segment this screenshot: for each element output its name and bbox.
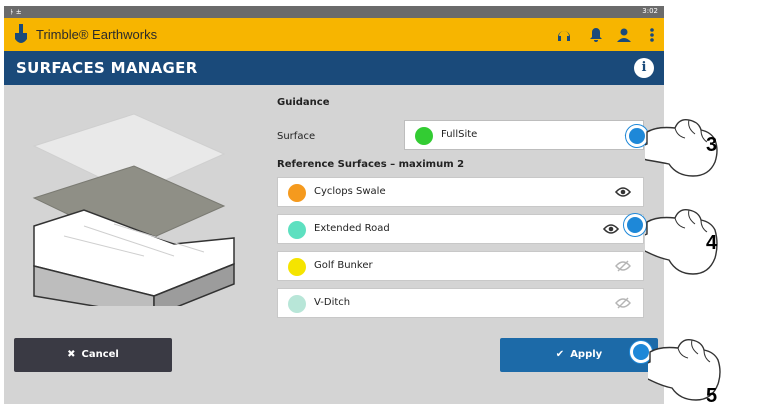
tablet-screen: ﾄ ± 3:02 Trimble® Earthworks SURFACES MA… <box>4 6 664 404</box>
eye-icon[interactable] <box>603 223 619 235</box>
cancel-button[interactable]: ✖ Cancel <box>14 338 172 372</box>
guidance-heading: Guidance <box>277 97 330 108</box>
apply-label: Apply <box>570 349 603 360</box>
touch-point-marker <box>624 214 646 236</box>
info-icon[interactable]: i <box>634 58 654 78</box>
pointing-hand-icon <box>645 118 718 177</box>
bell-icon[interactable] <box>588 27 604 43</box>
status-icons: ﾄ ± <box>10 8 22 16</box>
surface-value: FullSite <box>441 129 478 140</box>
reference-surface-name: V-Ditch <box>314 297 351 308</box>
more-vertical-icon[interactable] <box>644 27 660 43</box>
eye-icon[interactable] <box>615 186 631 198</box>
user-icon[interactable] <box>616 27 632 43</box>
reference-surface-row[interactable]: V-Ditch <box>277 288 644 318</box>
reference-surface-row[interactable]: Extended Road <box>277 214 644 244</box>
surface-color-dot <box>288 258 306 276</box>
page-title: SURFACES MANAGER <box>16 59 198 77</box>
app-title: Trimble® Earthworks <box>36 27 158 42</box>
shovel-icon <box>15 24 27 43</box>
pointing-hand-icon <box>645 208 718 275</box>
reference-surface-row[interactable]: Cyclops Swale <box>277 177 644 207</box>
callout-number: 4 <box>706 232 718 254</box>
surface-color-dot <box>415 127 433 145</box>
surface-dropdown[interactable]: FullSite ⌄ <box>404 120 644 150</box>
reference-surface-name: Extended Road <box>314 223 390 234</box>
title-bar: SURFACES MANAGER i <box>4 51 664 85</box>
figure: ﾄ ± 3:02 Trimble® Earthworks SURFACES MA… <box>0 0 762 407</box>
surface-label: Surface <box>277 131 316 142</box>
reference-surface-name: Golf Bunker <box>314 260 373 271</box>
status-bar: ﾄ ± 3:02 <box>4 6 664 18</box>
callout-number: 3 <box>706 134 718 156</box>
status-time: 3:02 <box>642 7 658 15</box>
app-bar: Trimble® Earthworks <box>4 18 664 51</box>
surface-color-dot <box>288 184 306 202</box>
surfaces-illustration <box>32 113 235 306</box>
eye-hidden-icon[interactable] <box>615 297 631 309</box>
pointing-hand-icon <box>648 338 721 401</box>
reference-surfaces-heading: Reference Surfaces – maximum 2 <box>277 159 465 170</box>
reference-surface-row[interactable]: Golf Bunker <box>277 251 644 281</box>
surface-color-dot <box>288 221 306 239</box>
check-icon: ✔ <box>555 349 565 360</box>
close-icon: ✖ <box>67 349 76 360</box>
callout-number: 5 <box>706 385 718 407</box>
cancel-label: Cancel <box>81 349 119 360</box>
surface-color-dot <box>288 295 306 313</box>
headset-icon[interactable] <box>556 27 572 43</box>
reference-surface-name: Cyclops Swale <box>314 186 386 197</box>
eye-hidden-icon[interactable] <box>615 260 631 272</box>
